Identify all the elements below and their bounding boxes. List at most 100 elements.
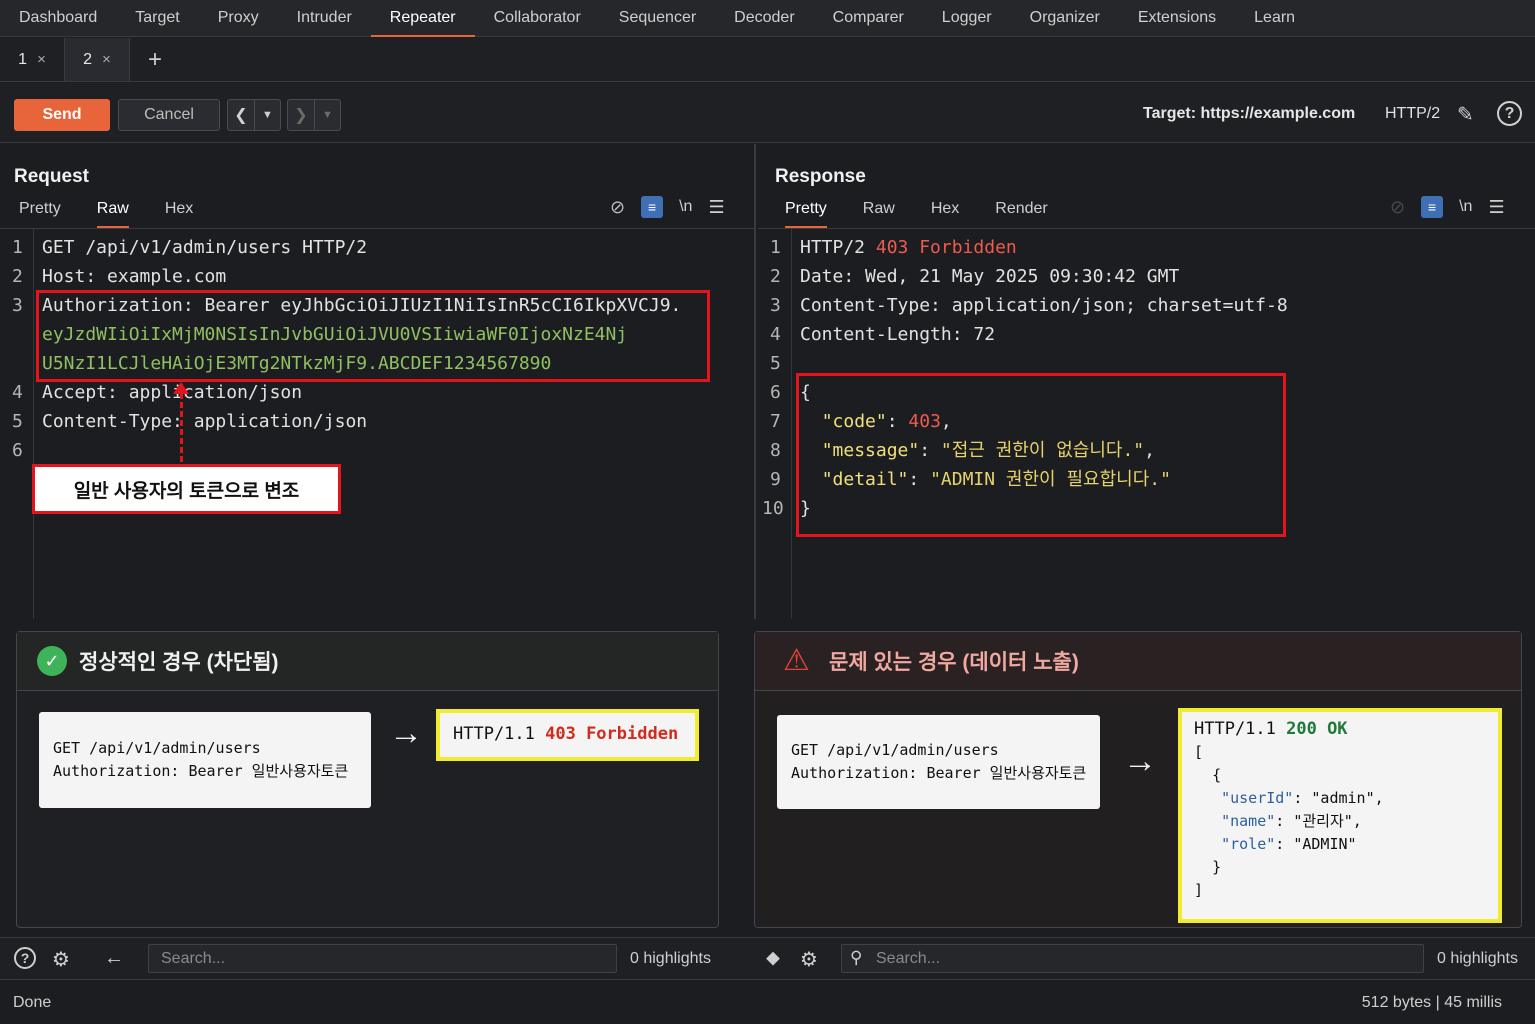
card-title: 문제 있는 경우 (데이터 노출) [829, 651, 1079, 674]
request-search-input[interactable] [148, 944, 617, 973]
eye-off-icon[interactable]: ⊘ [1390, 197, 1405, 218]
status-text: Done [13, 994, 52, 1011]
nav-proxy[interactable]: Proxy [199, 0, 278, 37]
code-line: 2 Date: Wed, 21 May 2025 09:30:42 GMT [770, 262, 1288, 291]
header-value: Wed, 21 May 2025 09:30:42 GMT [854, 266, 1180, 287]
json-bracket: ] [1194, 881, 1204, 899]
chevron-right-icon[interactable]: ❯ [288, 100, 314, 130]
chevron-down-icon[interactable]: ▼ [314, 100, 340, 130]
response-pane: Response Pretty Raw Hex Render ⊘ ≡ \n ☰ … [758, 144, 1535, 619]
nav-collaborator[interactable]: Collaborator [475, 0, 600, 37]
status-code: 403 Forbidden [875, 237, 1017, 258]
response-search-input[interactable] [841, 944, 1424, 973]
card-title: 정상적인 경우 (차단됨) [79, 651, 279, 674]
nav-sequencer[interactable]: Sequencer [600, 0, 715, 37]
nav-comparer[interactable]: Comparer [814, 0, 923, 37]
repeater-tabs: 1 × 2 × + [0, 38, 1535, 82]
divider [0, 228, 754, 229]
tab-raw[interactable]: Raw [863, 196, 895, 228]
response-stats: 512 bytes | 45 millis [1361, 994, 1502, 1011]
wrap-icon[interactable]: ≡ [1421, 196, 1444, 218]
diamond-arrows-icon[interactable]: ⬥ [766, 947, 780, 970]
request-line: GET /api/v1/admin/users [53, 739, 261, 757]
top-nav: Dashboard Target Proxy Intruder Repeater… [0, 0, 1535, 37]
tab-1[interactable]: 1 × [0, 38, 65, 81]
forward-history[interactable]: ❯ ▼ [287, 99, 341, 131]
header-key: Content-Length: [800, 324, 963, 345]
nav-logger[interactable]: Logger [923, 0, 1011, 37]
ok-case-card: ✓ 정상적인 경우 (차단됨) GET /api/v1/admin/users … [16, 631, 719, 928]
line-number: 4 [12, 382, 23, 403]
nav-organizer[interactable]: Organizer [1011, 0, 1119, 37]
eye-off-icon[interactable]: ⊘ [610, 197, 625, 218]
auth-line: Authorization: Bearer 일반사용자토큰 [791, 764, 1087, 782]
http-version[interactable]: HTTP/2 [1385, 105, 1440, 123]
nav-learn[interactable]: Learn [1235, 0, 1314, 37]
chevron-left-icon[interactable]: ❮ [228, 100, 254, 130]
response-protocol: HTTP/1.1 [453, 724, 546, 744]
line-number: 5 [12, 411, 23, 432]
send-button[interactable]: Send [14, 99, 110, 131]
request-highlights-count: 0 highlights [630, 950, 711, 967]
wrap-icon[interactable]: ≡ [641, 196, 664, 218]
pencil-icon[interactable]: ✎ [1457, 102, 1474, 127]
header-key: Accept: [42, 382, 118, 403]
divider [758, 228, 1535, 229]
nav-repeater[interactable]: Repeater [370, 0, 475, 37]
nav-intruder[interactable]: Intruder [278, 0, 371, 37]
response-protocol: HTTP/1.1 [1194, 719, 1287, 739]
card-header: ✓ 정상적인 경우 (차단됨) [17, 632, 718, 691]
card-header: ⚠ 문제 있는 경우 (데이터 노출) [755, 632, 1521, 691]
chevron-down-icon[interactable]: ▼ [254, 100, 280, 130]
help-icon[interactable]: ? [14, 947, 36, 969]
help-icon[interactable]: ? [1497, 101, 1522, 126]
response-example: HTTP/1.1 200 OK[ { "userId": "admin", "n… [1178, 708, 1502, 923]
code-line: 4 Content-Length: 72 [770, 320, 1288, 349]
tab-2[interactable]: 2 × [65, 38, 130, 81]
tab-label: 1 [18, 50, 28, 68]
json-key: "userId" [1221, 789, 1294, 807]
target-label[interactable]: Target: https://example.com [1143, 105, 1355, 123]
tab-label: 2 [83, 50, 93, 68]
code-line: 3 Content-Type: application/json; charset… [770, 291, 1288, 320]
request-line: GET /api/v1/admin/users HTTP/2 [42, 237, 368, 258]
menu-icon[interactable]: ☰ [708, 197, 724, 218]
tab-hex[interactable]: Hex [165, 196, 193, 228]
back-history[interactable]: ❮ ▼ [227, 99, 281, 131]
nav-decoder[interactable]: Decoder [715, 0, 813, 37]
header-value: application/json [117, 382, 303, 403]
search-row: ? ⚙ ← 0 highlights ⬥ ⚙ ⚲ 0 highlights [0, 937, 1535, 980]
response-status: 403 Forbidden [545, 724, 679, 744]
response-status: 200 OK [1286, 719, 1348, 739]
line-number: 1 [770, 237, 781, 258]
tab-hex[interactable]: Hex [931, 196, 959, 228]
header-key: Content-Type: [800, 295, 941, 316]
close-icon[interactable]: × [37, 51, 46, 68]
newline-icon[interactable]: \n [679, 198, 692, 216]
cancel-button[interactable]: Cancel [118, 99, 220, 131]
nav-dashboard[interactable]: Dashboard [0, 0, 116, 37]
add-tab-button[interactable]: + [130, 38, 180, 81]
line-number: 2 [770, 266, 781, 287]
newline-icon[interactable]: \n [1459, 198, 1472, 216]
gear-icon[interactable]: ⚙ [52, 947, 70, 972]
request-line: GET /api/v1/admin/users [791, 741, 999, 759]
close-icon[interactable]: × [102, 51, 111, 68]
nav-target[interactable]: Target [116, 0, 198, 37]
header-value: application/json; charset=utf-8 [940, 295, 1288, 316]
request-title: Request [14, 166, 89, 187]
gear-icon[interactable]: ⚙ [800, 947, 818, 972]
check-circle-icon: ✓ [37, 646, 67, 676]
status-protocol: HTTP/2 [800, 237, 876, 258]
json-value: "ADMIN" [1293, 835, 1357, 853]
tab-pretty[interactable]: Pretty [785, 196, 827, 228]
tab-pretty[interactable]: Pretty [19, 196, 61, 228]
request-example: GET /api/v1/admin/users Authorization: B… [39, 712, 371, 808]
arrow-left-icon[interactable]: ← [104, 947, 124, 970]
tab-raw[interactable]: Raw [96, 196, 129, 228]
nav-extensions[interactable]: Extensions [1119, 0, 1235, 37]
tab-render[interactable]: Render [995, 196, 1047, 228]
response-view-icons: ⊘ ≡ \n ☰ [1390, 196, 1505, 218]
menu-icon[interactable]: ☰ [1488, 197, 1504, 218]
code-line: 2 Host: example.com [12, 262, 681, 291]
